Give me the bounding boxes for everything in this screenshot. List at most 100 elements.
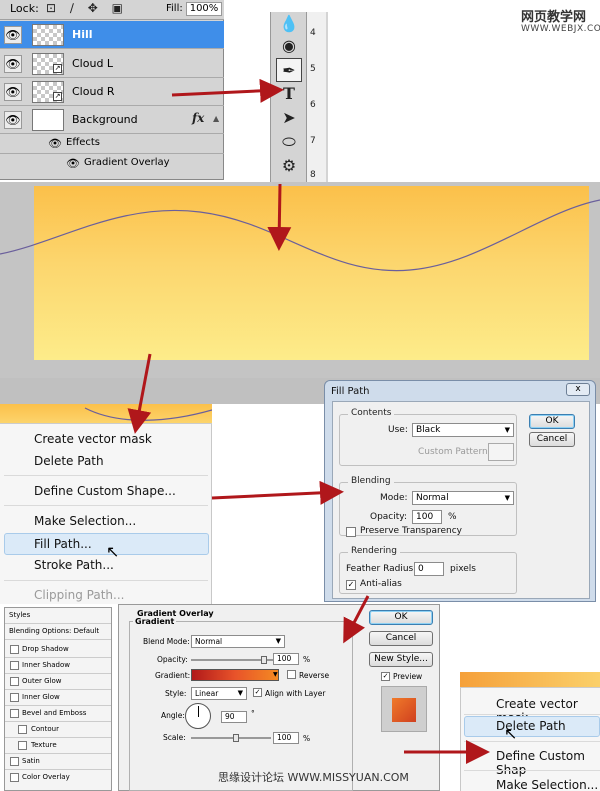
reverse-label: Reverse	[299, 671, 330, 680]
eye-icon[interactable]: 👁	[66, 157, 80, 170]
style-item-contour[interactable]: Contour	[5, 722, 111, 738]
effects-row[interactable]: 👁 Effects	[0, 134, 224, 154]
dodge-tool-icon[interactable]: ◉	[276, 34, 302, 58]
mode-select[interactable]: Normal ▼	[412, 491, 514, 505]
vertical-ruler: 4 5 6 7 8	[306, 12, 326, 182]
scale-slider-knob[interactable]	[233, 734, 239, 742]
layer-name: Hill	[72, 28, 93, 41]
align-with-layer-checkbox[interactable]: ✓	[253, 688, 262, 697]
scale-input[interactable]: 100	[273, 732, 299, 744]
layer-row-background[interactable]: 👁 Background fx ▲	[0, 106, 224, 134]
new-style-button[interactable]: New Style...	[369, 652, 433, 667]
style-item-outer-glow[interactable]: Outer Glow	[5, 674, 111, 690]
layers-panel: Lock: ⊡ ∕ ✥ ▣ Fill: 100% 👁 Hill 👁 ↗ Clou…	[0, 0, 224, 180]
texture-checkbox[interactable]	[18, 741, 27, 750]
style-item-inner-shadow[interactable]: Inner Shadow	[5, 658, 111, 674]
opacity-label: Opacity:	[157, 655, 188, 664]
pen-tool-icon[interactable]: ✒	[276, 58, 302, 82]
3d-rotate-tool-icon[interactable]: ⚙	[276, 154, 302, 178]
preview-thumbnail	[392, 698, 416, 722]
menu-delete-path[interactable]: Delete Path	[34, 454, 104, 468]
style-item-satin[interactable]: Satin	[5, 754, 111, 770]
color-overlay-label: Color Overlay	[22, 773, 70, 781]
menu-separator	[464, 714, 600, 715]
watermark-title: 网页教学网	[521, 10, 587, 25]
preview-checkbox[interactable]: ✓	[381, 672, 390, 681]
ok-button[interactable]: OK	[529, 414, 575, 429]
contents-group: Contents Use: Black ▼ Custom Pattern:	[339, 408, 517, 466]
menu-stroke-path[interactable]: Stroke Path...	[34, 558, 114, 572]
layer-row-hill[interactable]: 👁 Hill	[0, 21, 224, 49]
layer-name: Cloud R	[72, 85, 115, 98]
style-item-color-overlay[interactable]: Color Overlay	[5, 770, 111, 786]
lock-icons[interactable]: ⊡ ∕ ✥ ▣	[46, 1, 128, 15]
style-item-bevel-emboss[interactable]: Bevel and Emboss	[5, 706, 111, 722]
reverse-checkbox[interactable]	[287, 670, 296, 679]
outer-glow-checkbox[interactable]	[10, 677, 19, 686]
blending-options-item[interactable]: Blending Options: Default	[5, 624, 111, 640]
layer-thumbnail	[32, 24, 64, 46]
style-item-drop-shadow[interactable]: Drop Shadow	[5, 642, 111, 658]
blur-tool-icon[interactable]: 💧	[276, 12, 302, 36]
menu-make-selection[interactable]: Make Selection...	[34, 514, 136, 528]
layer-thumbnail	[32, 109, 64, 131]
use-select[interactable]: Black ▼	[412, 423, 514, 437]
inner-glow-checkbox[interactable]	[10, 693, 19, 702]
path-selection-icon[interactable]: ➤	[276, 106, 302, 130]
effects-label: Effects	[66, 137, 100, 148]
fill-input[interactable]: 100%	[186, 2, 222, 16]
anti-alias-label: Anti-alias	[360, 579, 402, 589]
style-item-texture[interactable]: Texture	[5, 738, 111, 754]
fx-icon[interactable]: fx	[192, 111, 204, 125]
gradient-picker[interactable]	[191, 669, 279, 681]
blend-mode-select[interactable]: Normal ▼	[191, 635, 285, 648]
satin-checkbox[interactable]	[10, 757, 19, 766]
menu-define-custom-shape[interactable]: Define Custom Shape...	[34, 484, 176, 498]
angle-input[interactable]: 90	[221, 711, 247, 723]
drop-shadow-checkbox[interactable]	[10, 645, 19, 654]
menu-create-vector-mask[interactable]: Create vector mask	[34, 432, 152, 446]
opacity-slider-knob[interactable]	[261, 656, 267, 664]
dropdown-arrow-icon[interactable]: ▼	[273, 671, 278, 678]
rendering-title: Rendering	[348, 546, 400, 556]
eye-icon[interactable]: 👁	[48, 137, 62, 150]
triangle-up-icon[interactable]: ▲	[213, 114, 222, 123]
opacity-input[interactable]: 100	[273, 653, 299, 665]
eye-icon[interactable]: 👁	[4, 55, 22, 73]
feather-radius-input[interactable]: 0	[414, 562, 444, 576]
bevel-emboss-checkbox[interactable]	[10, 709, 19, 718]
cancel-button[interactable]: Cancel	[529, 432, 575, 447]
ellipse-tool-icon[interactable]: ⬭	[276, 130, 302, 154]
type-tool-icon[interactable]: T	[276, 82, 302, 106]
menu-fill-path[interactable]: Fill Path...	[34, 537, 92, 551]
ok-button[interactable]: OK	[369, 610, 433, 625]
eye-icon[interactable]: 👁	[4, 26, 22, 44]
style-select[interactable]: Linear ▼	[191, 687, 247, 700]
menu-make-selection[interactable]: Make Selection...	[496, 778, 598, 791]
cancel-button[interactable]: Cancel	[369, 631, 433, 646]
inner-shadow-checkbox[interactable]	[10, 661, 19, 670]
style-item-inner-glow[interactable]: Inner Glow	[5, 690, 111, 706]
eye-icon[interactable]: 👁	[4, 111, 22, 129]
eye-icon[interactable]: 👁	[4, 83, 22, 101]
styles-header[interactable]: Styles	[5, 608, 111, 624]
pattern-picker	[488, 443, 514, 461]
layer-name: Background	[72, 113, 138, 126]
gradient-overlay-row[interactable]: 👁 Gradient Overlay	[0, 154, 224, 174]
menu-define-custom-shape[interactable]: Define Custom Shap	[496, 749, 600, 777]
angle-dial[interactable]	[185, 703, 211, 729]
dropdown-arrow-icon: ▼	[504, 494, 510, 502]
opacity-input[interactable]: 100	[412, 510, 442, 524]
contour-checkbox[interactable]	[18, 725, 27, 734]
preserve-transparency-checkbox[interactable]	[346, 527, 356, 537]
color-overlay-checkbox[interactable]	[10, 773, 19, 782]
outer-glow-label: Outer Glow	[22, 677, 62, 685]
angle-unit: °	[251, 709, 255, 718]
blending-title: Blending	[348, 476, 394, 486]
scale-slider[interactable]	[191, 737, 271, 739]
layer-row-cloud-l[interactable]: 👁 ↗ Cloud L	[0, 50, 224, 78]
hill-path	[84, 407, 212, 421]
layer-row-cloud-r[interactable]: 👁 ↗ Cloud R	[0, 78, 224, 106]
close-button[interactable]: x	[566, 383, 590, 396]
anti-alias-checkbox[interactable]: ✓	[346, 580, 356, 590]
